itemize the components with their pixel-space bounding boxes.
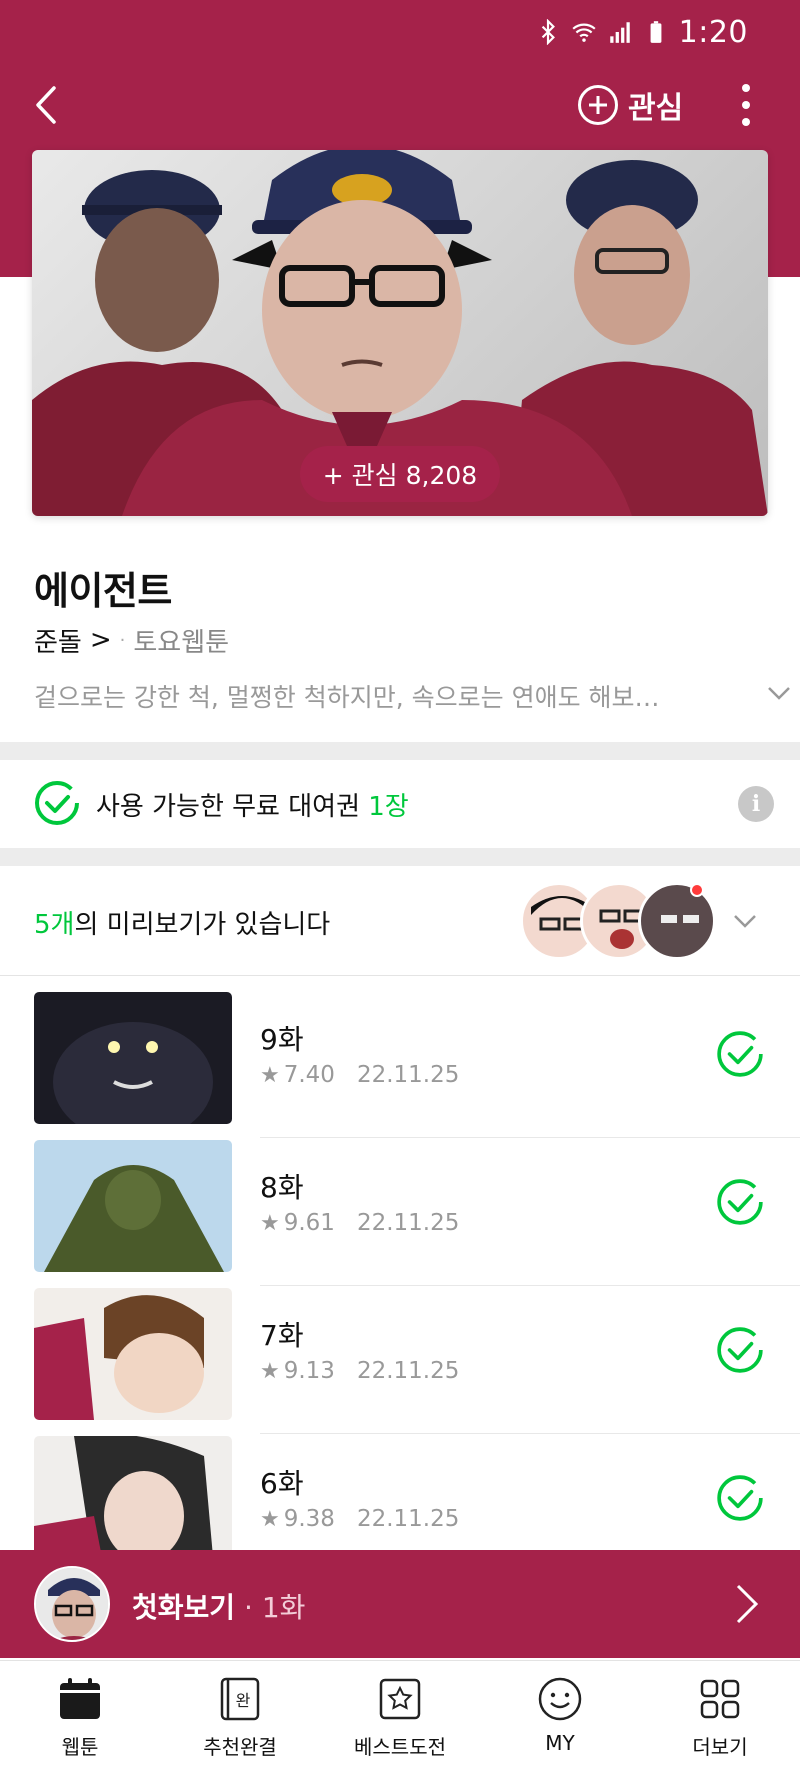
first-episode-label: 첫화보기 (132, 1591, 236, 1624)
status-icons: 1:20 (535, 14, 748, 50)
episode-thumbnail (34, 992, 232, 1124)
episode-row[interactable]: 9화 ★ 7.40 22.11.25 (0, 990, 800, 1138)
episode-date: 22.11.25 (356, 1506, 460, 1532)
episode-rating: 7.40 (283, 1062, 335, 1088)
episode-title: 6화 (260, 1467, 304, 1500)
star-box-icon (379, 1678, 421, 1720)
check-circle-icon (717, 1031, 763, 1077)
rental-prefix: 사용 가능한 무료 대여권 (96, 792, 369, 822)
preview-suffix: 의 미리보기가 있습니다 (74, 910, 331, 940)
favorite-label: 관심 (628, 91, 684, 126)
nav-more[interactable]: 더보기 (640, 1661, 800, 1778)
episode-thumbnail (34, 1288, 232, 1420)
book-icon: 완 (220, 1677, 260, 1721)
bottom-navigation: 웹툰 완 추천완결 베스트도전 MY 더보기 (0, 1660, 800, 1778)
check-circle-icon (717, 1475, 763, 1521)
chevron-right-icon (736, 1584, 759, 1624)
episode-rating: 9.38 (283, 1506, 335, 1532)
favorite-button[interactable]: 관심 (578, 80, 683, 130)
star-icon: ★ (260, 1062, 280, 1088)
check-circle-icon (35, 781, 79, 825)
preview-avatar (638, 882, 716, 960)
episode-date: 22.11.25 (356, 1210, 460, 1236)
first-episode-number: · 1화 (244, 1586, 305, 1626)
preview-count: 5개 (34, 910, 75, 940)
episode-meta: ★ 9.13 22.11.25 (260, 1358, 459, 1384)
first-episode-separator: · (244, 1591, 262, 1624)
back-arrow-icon[interactable] (26, 82, 72, 128)
episode-row[interactable]: 7화 ★ 9.13 22.11.25 (0, 1286, 800, 1434)
nav-label: 베스트도전 (354, 1735, 446, 1759)
author-arrow-icon: > (89, 625, 112, 655)
episode-row[interactable]: 8화 ★ 9.61 22.11.25 (0, 1138, 800, 1286)
webtoon-info: 에이전트 준돌 > · 토요웹툰 겉으로는 강한 척, 멀쩡한 척하지만, 속으… (34, 560, 790, 714)
star-icon: ★ (260, 1210, 280, 1236)
book-icon-text: 완 (236, 1691, 251, 1710)
preview-text: 5개의 미리보기가 있습니다 (34, 904, 330, 941)
nav-best-challenge[interactable]: 베스트도전 (320, 1661, 480, 1778)
episode-meta: ★ 9.61 22.11.25 (260, 1210, 459, 1236)
nav-webtoon[interactable]: 웹툰 (0, 1661, 160, 1778)
serial-day: 토요웹툰 (133, 627, 230, 658)
episode-thumbnail (34, 1140, 232, 1272)
meta-separator: · (119, 629, 126, 651)
episode-title: 8화 (260, 1171, 304, 1204)
nav-completed[interactable]: 완 추천완결 (160, 1661, 320, 1778)
chevron-down-icon[interactable] (730, 906, 760, 936)
calendar-icon (60, 1678, 100, 1719)
episode-meta: ★ 7.40 22.11.25 (260, 1062, 459, 1088)
star-icon: ★ (260, 1506, 280, 1532)
wifi-icon (572, 23, 596, 42)
free-rental-row: 사용 가능한 무료 대여권 1장 i (0, 760, 800, 848)
first-episode-avatar (34, 1566, 110, 1642)
bluetooth-icon (541, 19, 555, 45)
nav-my[interactable]: MY (480, 1661, 640, 1778)
rental-text: 사용 가능한 무료 대여권 1장 (96, 786, 409, 823)
nav-label: 웹툰 (61, 1735, 99, 1759)
episode-date: 22.11.25 (356, 1358, 460, 1384)
episode-thumbnail (34, 1436, 232, 1568)
nav-label: 추천완결 (203, 1735, 277, 1759)
top-bar: 관심 (0, 70, 800, 140)
author-link[interactable]: 준돌 (34, 622, 82, 659)
episode-rating: 9.61 (283, 1210, 335, 1236)
status-time: 1:20 (678, 14, 748, 50)
rental-count: 1장 (368, 792, 409, 822)
star-icon: ★ (260, 1358, 280, 1384)
section-divider (0, 742, 800, 760)
webtoon-meta: 준돌 > · 토요웹툰 (34, 622, 774, 658)
battery-icon (650, 21, 662, 43)
status-bar: 1:20 (0, 0, 800, 66)
section-divider (0, 848, 800, 866)
grid-icon (700, 1679, 740, 1719)
check-circle-icon (717, 1179, 763, 1225)
webtoon-title: 에이전트 (34, 569, 172, 613)
more-options-icon[interactable] (732, 80, 760, 130)
episode-date: 22.11.25 (356, 1062, 460, 1088)
chevron-down-icon[interactable] (764, 678, 794, 708)
check-circle-icon (717, 1327, 763, 1373)
preview-avatars (520, 882, 720, 962)
episode-title: 7화 (260, 1319, 304, 1352)
new-badge-dot (690, 883, 704, 897)
episode-title: 9화 (260, 1023, 304, 1056)
smile-icon (538, 1677, 582, 1721)
first-episode-bar[interactable]: 첫화보기 · 1화 (0, 1550, 800, 1658)
signal-icon (609, 22, 630, 43)
episode-list: 9화 ★ 7.40 22.11.25 8화 ★ 9.61 22.11.25 7화 ★ 9.… (0, 990, 800, 1582)
first-episode-value: 1화 (261, 1591, 306, 1624)
preview-row[interactable]: 5개의 미리보기가 있습니다 (0, 866, 800, 976)
nav-label: 더보기 (692, 1735, 748, 1759)
episode-rating: 9.13 (283, 1358, 335, 1384)
cover-image: + 관심 8,208 (32, 150, 768, 516)
nav-label: MY (545, 1731, 575, 1755)
plus-circle-icon (578, 85, 618, 125)
info-icon[interactable]: i (738, 786, 774, 822)
cover-favorite-badge[interactable]: + 관심 8,208 (300, 446, 500, 502)
webtoon-description: 겉으로는 강한 척, 멀쩡한 척하지만, 속으로는 연애도 해보고 ... (34, 683, 674, 712)
episode-meta: ★ 9.38 22.11.25 (260, 1506, 459, 1532)
